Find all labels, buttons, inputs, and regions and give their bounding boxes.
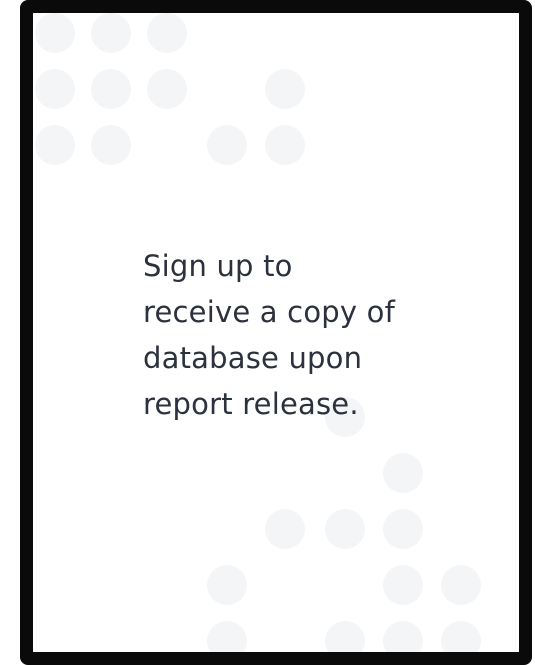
signup-card: Sign up to receive a copy of database up…: [20, 0, 532, 665]
signup-message: Sign up to receive a copy of database up…: [143, 249, 396, 421]
